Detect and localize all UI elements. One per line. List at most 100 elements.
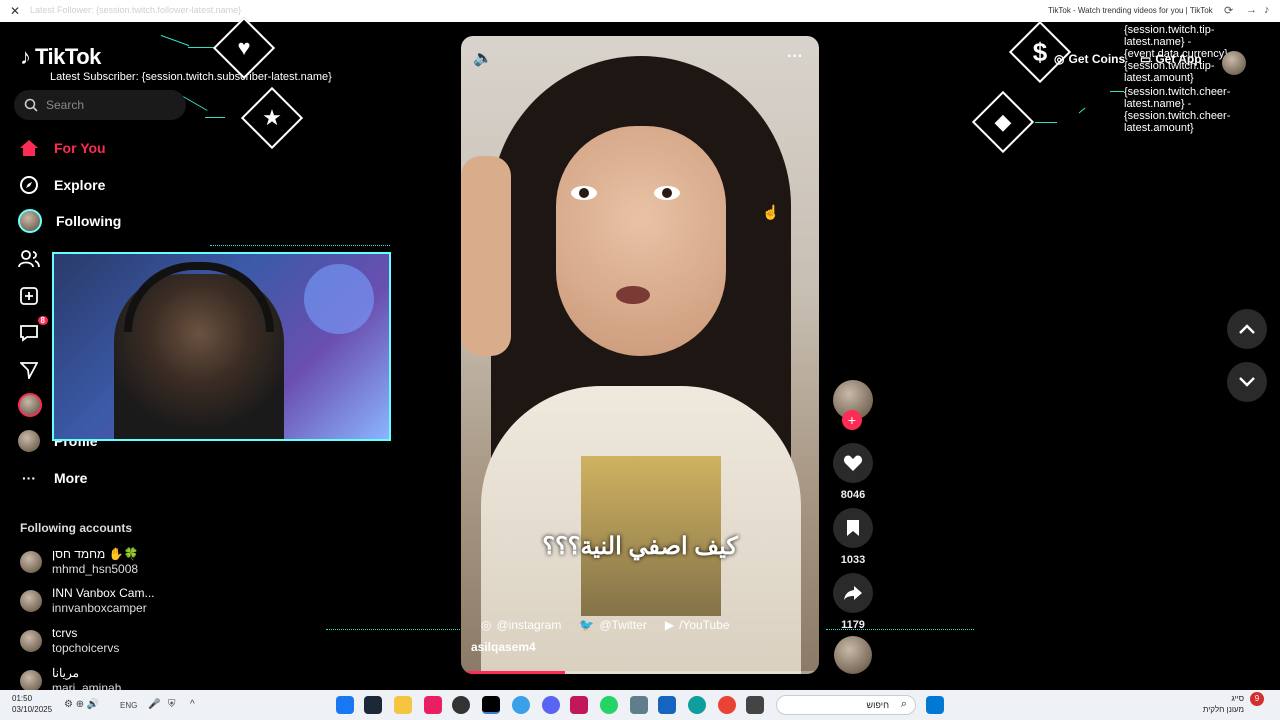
nav-label: Explore: [54, 177, 106, 193]
like-button[interactable]: [833, 443, 873, 483]
share-arrow-icon: [844, 586, 862, 600]
address-text[interactable]: Latest Follower: {session.twitch.followe…: [30, 5, 241, 15]
steam-icon[interactable]: [364, 696, 382, 714]
account-display-name: tcrvs: [52, 626, 78, 640]
save-button[interactable]: [833, 508, 873, 548]
forward-icon[interactable]: →: [1246, 4, 1257, 16]
mic-icon[interactable]: 🎤: [148, 699, 160, 710]
obs-icon[interactable]: [452, 696, 470, 714]
video-author[interactable]: asilqasem4: [471, 640, 536, 654]
sync-icon[interactable]: [512, 696, 530, 714]
like-action[interactable]: 8046: [832, 443, 874, 501]
bookmark-icon: [847, 520, 859, 536]
store-icon[interactable]: [658, 696, 676, 714]
account-username: mhmd_hsn5008: [52, 562, 139, 576]
following-account-item[interactable]: tcrvs topchoicervs: [20, 626, 119, 656]
get-app-button[interactable]: ▭ Get App: [1140, 52, 1202, 66]
following-account-item[interactable]: מחמד חסן ✋🍀 mhmd_hsn5008: [20, 547, 138, 577]
more-dots-icon: ···: [22, 470, 36, 486]
overlay-line: [205, 117, 225, 118]
headset-shape: [124, 262, 274, 332]
discord-icon[interactable]: [542, 696, 560, 714]
tiktok-logo[interactable]: ♪ TikTok: [20, 44, 101, 70]
music-disc-avatar: [834, 636, 872, 674]
volume-icon[interactable]: 🔈: [473, 48, 493, 68]
compass-icon: [18, 174, 40, 196]
account-display-name: מחמד חסן ✋🍀: [52, 547, 139, 561]
nav-live[interactable]: [18, 393, 42, 417]
folder-icon[interactable]: [394, 696, 412, 714]
clock-date: 03/10/2025: [12, 705, 53, 714]
clock-time: 01:50: [12, 694, 33, 703]
security-icon[interactable]: ⛨: [168, 699, 176, 710]
chrome-icon[interactable]: [718, 696, 736, 714]
nav-activity[interactable]: [18, 359, 40, 381]
next-video-button[interactable]: [1227, 362, 1267, 402]
weather-widget[interactable]: סייג מעונן חלקית: [1200, 693, 1244, 715]
nav-following[interactable]: Following: [18, 209, 121, 233]
heart-icon: [843, 455, 863, 471]
weather-line-2: מעונן חלקית: [1202, 705, 1244, 714]
tab-title: TikTok - Watch trending videos for you |…: [1048, 6, 1213, 15]
whatsapp-icon[interactable]: [600, 696, 618, 714]
overlay-line: [1078, 107, 1086, 114]
get-coins-button[interactable]: ◎ Get Coins: [1054, 52, 1125, 66]
reload-icon[interactable]: ⟳: [1224, 4, 1233, 17]
account-avatar: [20, 670, 42, 692]
gem-icon: ◆: [994, 109, 1012, 134]
tiktok-app-icon[interactable]: [424, 696, 442, 714]
account-display-name: مريانا: [52, 666, 80, 680]
video-frame-mouth: [616, 286, 650, 304]
nav-messages[interactable]: 8: [18, 316, 48, 344]
overlay-line: [1110, 91, 1124, 92]
live-avatar: [18, 393, 42, 417]
facebook-icon[interactable]: [336, 696, 354, 714]
taskbar-clock[interactable]: 01:50 03/10/2025: [12, 693, 52, 715]
social-label: @instagram: [496, 618, 562, 632]
social-label: @Twitter: [599, 618, 647, 632]
nav-more[interactable]: ··· More: [18, 467, 87, 489]
overlay-dotted-line: [326, 629, 460, 630]
video-player[interactable]: 🔈 ··· كيف اصفي النية؟؟؟ ◎ @instagram 🐦 @Tw…: [461, 36, 819, 674]
tiktok-live-icon[interactable]: [482, 696, 500, 714]
windows-start-icon[interactable]: [926, 696, 944, 714]
nav-explore[interactable]: Explore: [18, 174, 105, 196]
notification-badge[interactable]: 9: [1250, 692, 1264, 706]
upload-plus-icon: [18, 285, 40, 307]
social-links: ◎ @instagram 🐦 @Twitter ▶ /YouTube: [481, 618, 730, 632]
share-button[interactable]: [833, 573, 873, 613]
get-coins-label: Get Coins: [1068, 52, 1126, 66]
following-account-item[interactable]: INN Vanbox Cam... innvanboxcamper: [20, 586, 154, 616]
follow-plus-icon[interactable]: +: [842, 410, 862, 430]
previous-video-button[interactable]: [1227, 309, 1267, 349]
taskbar-search[interactable]: חיפוש ⌕: [776, 695, 916, 715]
share-action[interactable]: 1179: [832, 573, 874, 631]
save-action[interactable]: 1033: [832, 508, 874, 566]
latest-subscriber-overlay: Latest Subscriber: {session.twitch.subsc…: [50, 71, 332, 83]
social-label: /YouTube: [679, 618, 730, 632]
app-a-icon[interactable]: [570, 696, 588, 714]
video-caption: كيف اصفي النية؟؟؟: [542, 533, 738, 560]
nav-for-you[interactable]: For You: [18, 137, 106, 159]
tray-icons[interactable]: ⚙ ⊕ 🔊: [64, 699, 99, 710]
video-progress-bar[interactable]: [461, 671, 819, 674]
terminal-icon[interactable]: [746, 696, 764, 714]
chevron-down-icon: [1239, 377, 1255, 387]
twitter-icon: 🐦: [579, 618, 595, 632]
close-icon[interactable]: ✕: [10, 4, 20, 18]
edge-icon[interactable]: [688, 696, 706, 714]
chevron-up-icon[interactable]: ^: [190, 699, 195, 710]
messages-badge: 8: [37, 316, 48, 325]
user-avatar[interactable]: [1222, 51, 1246, 75]
search-input[interactable]: Search: [14, 90, 186, 120]
calculator-icon[interactable]: [630, 696, 648, 714]
nav-upload[interactable]: [18, 285, 40, 307]
nav-label: More: [54, 470, 88, 486]
music-avatar-button[interactable]: [832, 636, 874, 674]
heart-icon: ♥: [237, 35, 251, 60]
hand-cursor-icon: ☝: [762, 204, 780, 220]
language-indicator[interactable]: ENG: [120, 701, 137, 710]
webcam-overlay: [52, 252, 391, 441]
nav-friends[interactable]: [18, 248, 40, 270]
more-options-icon[interactable]: ···: [787, 48, 803, 66]
